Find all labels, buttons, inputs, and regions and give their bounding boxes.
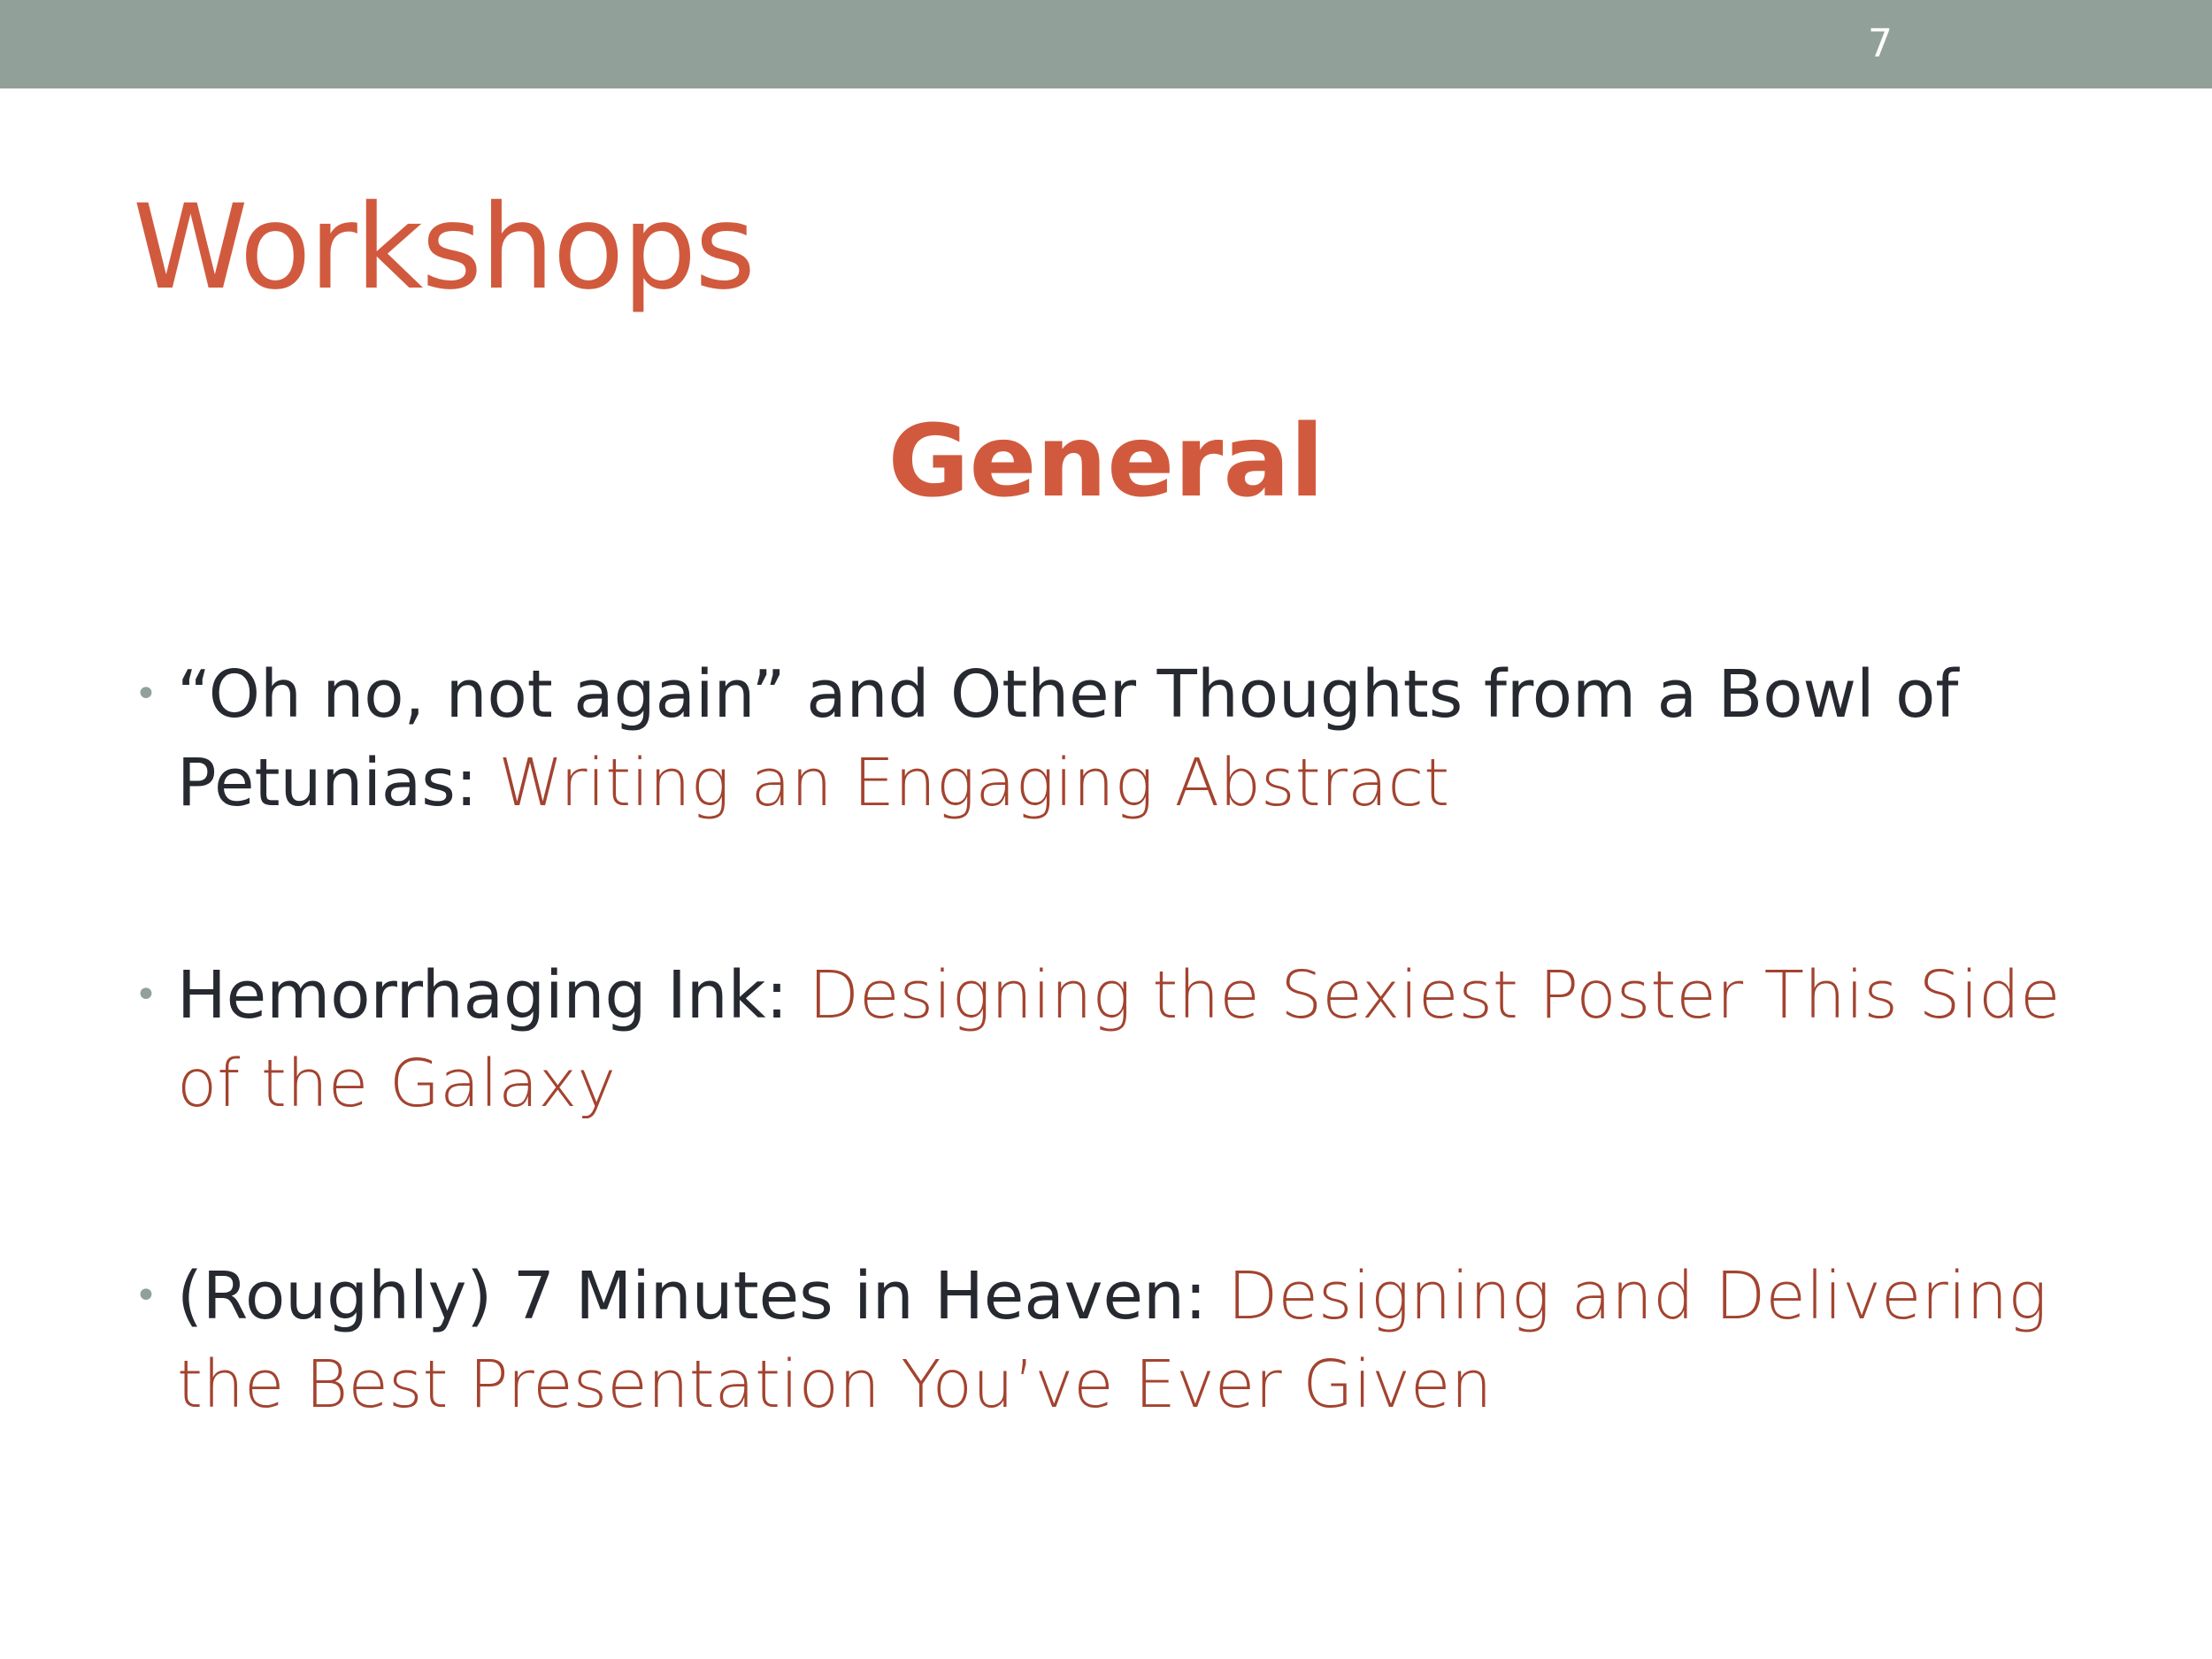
section-heading: General [887,404,1325,519]
workshop-topic: Writing an Engaging Abstract [498,745,1450,821]
slide-number: 7 [1868,21,1893,66]
workshop-item: • Hemorrhaging Ink: Designing the Sexies… [133,951,2106,1128]
workshop-title: (Roughly) 7 Minutes in Heaven: [177,1258,1228,1334]
bullet-dot-icon: • [134,1273,157,1318]
workshop-item: • (Roughly) 7 Minutes in Heaven: Designi… [133,1252,2106,1429]
bullet-dot-icon: • [134,972,157,1018]
workshop-item: • “Oh no, not again” and Other Thoughts … [133,650,2106,827]
slide: 7 Workshops General • “Oh no, not again”… [0,0,2212,1659]
slide-title: Workshops [133,180,756,316]
workshop-title: Hemorrhaging Ink: [177,957,809,1033]
bullet-dot-icon: • [134,672,157,717]
